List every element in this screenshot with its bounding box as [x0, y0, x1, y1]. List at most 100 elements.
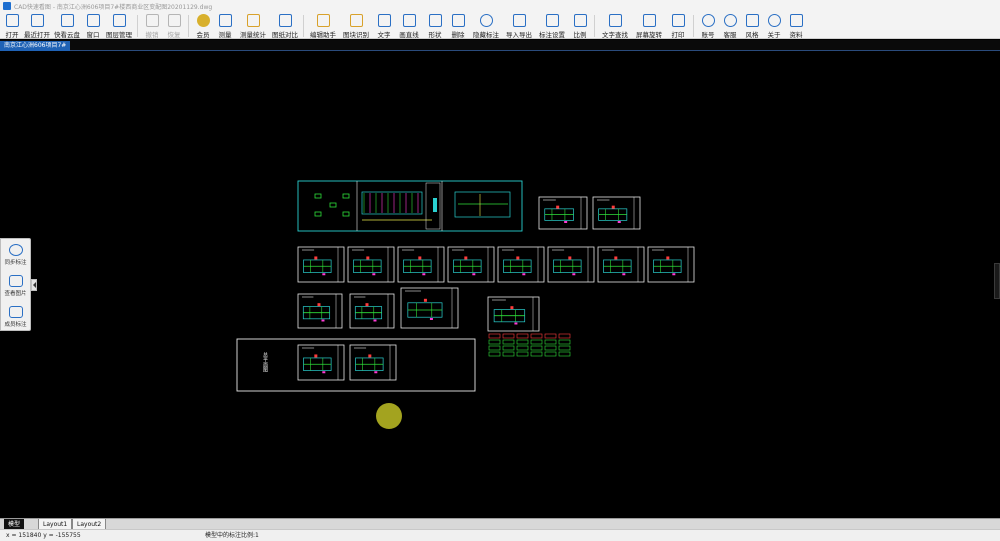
line-icon [402, 14, 416, 27]
floor-plan-marker [317, 303, 321, 307]
floor-plan-marker [622, 273, 626, 276]
schedule-table-cell [558, 345, 571, 351]
floor-plan-marker [418, 256, 422, 260]
side-panel-item-member-annotation[interactable]: 成员标注 [1, 301, 30, 332]
legend-symbol [329, 202, 337, 208]
floor-plan-marker [572, 273, 576, 276]
drawing-compare-icon [278, 14, 292, 27]
cloud-drive-icon [60, 14, 74, 27]
chevron-left-icon [32, 282, 36, 288]
toolbar-button-undo[interactable]: 撤销 [141, 12, 163, 39]
drawing-sheet-frame [297, 293, 343, 329]
about-icon [767, 14, 781, 27]
floor-plan-marker [514, 322, 518, 325]
toolbar-button-label: 编辑助手 [310, 31, 336, 39]
toolbar-button-recent-files[interactable]: 最近打开 [22, 12, 52, 39]
toolbar-button-layers[interactable]: 图层管理 [104, 12, 134, 39]
import-export-icon [512, 14, 526, 27]
drawing-sheet-frame [297, 246, 345, 283]
view-images-icon [8, 274, 23, 287]
side-panel-collapse-button[interactable] [31, 279, 37, 291]
toolbar-button-eraser[interactable]: 删除 [447, 12, 469, 39]
toolbar-button-measure[interactable]: 测量 [214, 12, 236, 39]
floor-plan-marker [423, 298, 427, 302]
floor-plan-marker [617, 221, 621, 223]
toolbar-separator [693, 15, 694, 37]
drawing-sheet-frame [349, 344, 397, 381]
schedule-table-cell [544, 345, 557, 351]
drawing-sheet-frame [487, 296, 540, 332]
floor-plan-marker [422, 273, 426, 276]
measure-stats-icon [246, 14, 260, 27]
drawing-svg: 总平面图 [236, 180, 695, 429]
side-panel-item-sync-annotation[interactable]: 同步标注 [1, 239, 30, 270]
coordinates-readout: x = 151840 y = -155755 [6, 532, 81, 539]
drawing-sheet-frame [447, 246, 495, 283]
toolbar-button-label: 客服 [723, 31, 737, 39]
side-panel-item-view-images[interactable]: 查看图片 [1, 270, 30, 301]
toolbar-button-measure-stats[interactable]: 测量统计 [236, 12, 270, 39]
floor-plan-marker [564, 221, 568, 223]
side-panel-item-label: 查看图片 [4, 290, 27, 297]
toolbar-button-block-recognition[interactable]: 图块识别 [339, 12, 373, 39]
toolbar-button-edit-assistant[interactable]: 编辑助手 [307, 12, 339, 39]
toolbar-button-cloud-drive[interactable]: 快看云盘 [52, 12, 82, 39]
toolbar-button-about[interactable]: 关于 [763, 12, 785, 39]
toolbar-button-annotation-settings[interactable]: 标注设置 [535, 12, 569, 39]
right-panel-handle[interactable] [994, 263, 1000, 299]
toolbar-button-redo[interactable]: 恢复 [163, 12, 185, 39]
schedule-table-cell [516, 333, 529, 339]
toolbar-button-label: 文字 [377, 31, 391, 39]
schedule-table-cell [544, 333, 557, 339]
toolbar-button-screen-rotate[interactable]: 屏幕旋转 [632, 12, 666, 39]
toolbar-button-folder-open[interactable]: 打开 [2, 12, 22, 39]
eraser-icon [451, 14, 465, 27]
toolbar-button-label: 快看云盘 [54, 31, 80, 39]
drawing-canvas[interactable]: 总平面图 [0, 52, 1000, 518]
floor-plan-marker [366, 256, 370, 260]
schedule-table-cell [488, 351, 501, 357]
toolbar-button-customer-service[interactable]: 客服 [719, 12, 741, 39]
sync-annotation-icon [8, 243, 23, 256]
toolbar-button-label: 风格 [745, 31, 759, 39]
legend-symbol [342, 211, 350, 217]
floor-plan-marker [522, 273, 526, 276]
toolbar-separator [594, 15, 595, 37]
customer-service-icon [723, 14, 737, 27]
toolbar-button-label: 图块识别 [343, 31, 369, 39]
toolbar-button-import-export[interactable]: 导入导出 [503, 12, 535, 39]
annotation-settings-icon [545, 14, 559, 27]
toolbar-button-account[interactable]: 账号 [697, 12, 719, 39]
schedule-table-cell [544, 339, 557, 345]
toolbar-button-style[interactable]: 风格 [741, 12, 763, 39]
schedule-table-cell [558, 333, 571, 339]
floor-plan-marker [510, 306, 514, 310]
toolbar-button-drawing-compare[interactable]: 图纸对比 [270, 12, 300, 39]
toolbar-separator [188, 15, 189, 37]
toolbar-button-label: 最近打开 [24, 31, 50, 39]
toolbar-button-label: 关于 [767, 31, 781, 39]
toolbar-button-label: 图纸对比 [272, 31, 298, 39]
toolbar-button-label: 测量 [218, 31, 232, 39]
text-search-icon [608, 14, 622, 27]
floor-plan-marker [614, 256, 618, 260]
toolbar-button-label: 会员 [196, 31, 210, 39]
block-recognition-icon [349, 14, 363, 27]
toolbar-button-label: 标注设置 [539, 31, 565, 39]
toolbar-button-text-search[interactable]: 文字查找 [598, 12, 632, 39]
document-tab[interactable]: 南京江心洲606项目7# [0, 41, 71, 51]
toolbar-button-text[interactable]: 文字 [373, 12, 395, 39]
folder-open-icon [5, 14, 19, 27]
toolbar-button-vip[interactable]: 会员 [192, 12, 214, 39]
toolbar-button-materials[interactable]: 资料 [785, 12, 807, 39]
schedule-table-cell [502, 345, 515, 351]
schedule-table-cell [558, 351, 571, 357]
toolbar-button-print[interactable]: 打印 [666, 12, 690, 39]
app-logo-icon [3, 2, 11, 10]
toolbar-button-hide-annotation[interactable]: 隐藏标注 [469, 12, 503, 39]
floor-plan-marker [464, 256, 468, 260]
toolbar-button-line[interactable]: 画直线 [395, 12, 423, 39]
toolbar-button-scale[interactable]: 比例 [569, 12, 591, 39]
toolbar-button-shape[interactable]: 形状 [423, 12, 447, 39]
toolbar-button-window[interactable]: 窗口 [82, 12, 104, 39]
